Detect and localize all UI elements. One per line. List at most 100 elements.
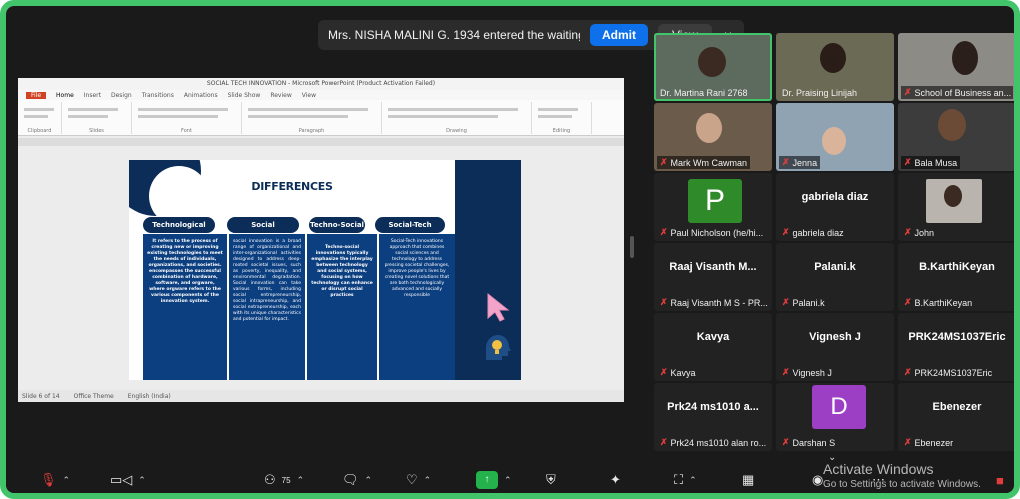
ai-companion-icon: ✦ (610, 472, 621, 487)
chat-button[interactable]: 🗨 ⌃ (342, 469, 372, 491)
participant-name: ✗ Ebenezer (904, 437, 954, 448)
waiting-room-message: Mrs. NISHA MALINI G. 1934 entered the wa… (328, 28, 580, 42)
reactions-button[interactable]: ♡ ⌃ (406, 469, 431, 491)
chevron-up-icon[interactable]: ⌃ (63, 475, 71, 486)
participant-tile[interactable]: Dr. Martina Rani 2768 (654, 33, 772, 101)
view-grid-icon: ▦ (742, 472, 755, 487)
mic-muted-icon: ✗ (904, 437, 912, 447)
activate-windows-watermark: Activate Windows Go to Settings to activ… (823, 461, 981, 490)
shared-screen: SOCIAL TECH INNOVATION - Microsoft Power… (18, 78, 624, 402)
ppt-tab-insert: Insert (83, 91, 101, 99)
chevron-up-icon[interactable]: ⌃ (504, 475, 512, 486)
ppt-ribbon: Clipboard Slides Font Paragraph Drawing … (18, 100, 624, 136)
participant-tile[interactable]: Raaj Visanth M... ✗ Raaj Visanth M S - PR… (654, 243, 772, 311)
participant-name: ✗ Raaj Visanth M S - PR... (660, 297, 768, 308)
panel-resize-handle[interactable] (630, 236, 634, 258)
mute-button[interactable]: 🎙 ⌃ (40, 469, 70, 491)
app-frame: Mrs. NISHA MALINI G. 1934 entered the wa… (0, 0, 1020, 499)
slide-header-techno-social: Techno-Social (309, 217, 365, 233)
security-button[interactable]: ⛨ (546, 469, 556, 491)
participant-tile[interactable]: Dr. Praising Linijah (776, 33, 894, 101)
mic-muted-icon: ✗ (782, 227, 790, 237)
chevron-up-icon[interactable]: ⌃ (297, 475, 305, 486)
status-language: English (India) (127, 392, 171, 400)
participant-name: ✗ Palani.k (782, 297, 825, 308)
mic-muted-icon: ✗ (782, 367, 790, 377)
participant-tile[interactable]: ✗ Bala Musa (898, 103, 1014, 171)
mic-muted-icon: ✗ (904, 87, 912, 97)
ribbon-group-font: Font (132, 102, 242, 134)
participant-tile[interactable]: B.KarthiKeyan ✗ B.KarthiKeyan (898, 243, 1014, 311)
mic-muted-icon: ✗ (904, 367, 912, 377)
ai-companion-button[interactable]: ✦ (610, 469, 621, 491)
record-button[interactable]: ◉ (812, 469, 823, 491)
participant-tile[interactable]: Ebenezer ✗ Ebenezer (898, 383, 1014, 451)
participant-tile[interactable]: Prk24 ms1010 a... ✗ Prk24 ms1010 alan ro.… (654, 383, 772, 451)
slide-header-social: Social (227, 217, 299, 233)
participant-name: Dr. Martina Rani 2768 (660, 88, 748, 98)
slide-column-technological: It refers to the process of creating new… (143, 234, 227, 380)
participant-name: ✗ Prk24 ms1010 alan ro... (660, 437, 767, 448)
chevron-up-icon[interactable]: ⌃ (365, 475, 373, 486)
participant-tile[interactable]: Palani.k ✗ Palani.k (776, 243, 894, 311)
innovation-head-icon (486, 335, 511, 360)
participant-display-name: B.KarthiKeyan (919, 261, 995, 273)
participant-tile[interactable]: P ✗ Paul Nicholson (he/hi... (654, 173, 772, 241)
slide-column-social-tech: Social-Tech innovations approach that co… (379, 234, 455, 380)
mic-muted-icon: ✗ (904, 297, 912, 307)
apps-icon: ⛶ (674, 472, 684, 487)
participant-name: ✗ John (904, 227, 935, 238)
participants-icon: ⚇ (264, 472, 276, 487)
slide-header-technological: Technological (143, 217, 215, 233)
meeting-window: Mrs. NISHA MALINI G. 1934 entered the wa… (6, 6, 1014, 493)
participant-name: ✗ gabriela diaz (782, 227, 844, 238)
mic-muted-icon: ✗ (782, 437, 790, 447)
participant-display-name: Palani.k (814, 261, 856, 273)
participant-display-name: Ebenezer (932, 401, 982, 413)
leave-icon: ■ (996, 472, 1004, 488)
participant-display-name: gabriela diaz (801, 191, 869, 203)
participant-name: ✗ Darshan S (782, 437, 836, 448)
view-button-toolbar[interactable]: ▦ (742, 469, 754, 491)
slide-canvas: DIFFERENCES Technological Social Techno-… (129, 160, 521, 380)
participant-avatar: D (812, 385, 866, 429)
ribbon-group-clipboard: Clipboard (18, 102, 62, 134)
apps-button[interactable]: ⛶ ⌃ (674, 469, 697, 491)
participant-tile[interactable]: PRK24MS1037Eric ✗ PRK24MS1037Eric (898, 313, 1014, 381)
chevron-up-icon[interactable]: ⌃ (689, 475, 697, 486)
ppt-ruler (18, 138, 624, 146)
participant-tile[interactable]: ✗ Mark Wm Cawman (654, 103, 772, 171)
watermark-subtitle: Go to Settings to activate Windows. (823, 479, 981, 490)
participant-tile[interactable]: ✗ Jenna (776, 103, 894, 171)
chevron-up-icon[interactable]: ⌃ (138, 475, 146, 486)
participant-name: Dr. Praising Linijah (782, 88, 858, 98)
ppt-tab-slideshow: Slide Show (227, 91, 261, 99)
participant-tile[interactable]: ✗ School of Business an... (898, 33, 1014, 101)
ribbon-group-slides: Slides (62, 102, 132, 134)
participant-tile[interactable]: D ✗ Darshan S (776, 383, 894, 451)
participant-grid: Dr. Martina Rani 2768 Dr. Praising Linij… (654, 33, 1014, 451)
chat-icon: 🗨 (342, 472, 359, 487)
mic-muted-icon: 🎙 (40, 472, 57, 487)
participant-name: ✗ PRK24MS1037Eric (904, 367, 993, 378)
ppt-tab-file: File (26, 91, 47, 99)
participant-name: ✗ Mark Wm Cawman (657, 156, 751, 169)
slide-column-social: social innovation is a broad range of or… (229, 234, 305, 380)
mic-muted-icon: ✗ (782, 157, 790, 167)
participant-display-name: Prk24 ms1010 a... (667, 401, 759, 413)
participant-tile[interactable]: gabriela diaz ✗ gabriela diaz (776, 173, 894, 241)
admit-button[interactable]: Admit (590, 24, 649, 46)
share-screen-button[interactable]: ↑ ⌃ (476, 469, 512, 491)
leave-button[interactable]: ■ (996, 469, 1004, 491)
participants-button[interactable]: ⚇ 75 ⌃ (264, 469, 304, 491)
participant-tile[interactable]: Vignesh J ✗ Vignesh J (776, 313, 894, 381)
ppt-status-bar: Slide 6 of 14 Office Theme English (Indi… (18, 390, 624, 402)
chevron-up-icon[interactable]: ⌃ (424, 475, 432, 486)
participant-name: ✗ Bala Musa (901, 156, 961, 169)
participant-tile[interactable]: Kavya ✗ Kavya (654, 313, 772, 381)
mic-muted-icon: ✗ (660, 437, 668, 447)
video-button[interactable]: ▭◁ ⌃ (110, 469, 146, 491)
mic-muted-icon: ✗ (904, 157, 912, 167)
mic-muted-icon: ✗ (660, 297, 668, 307)
participant-tile[interactable]: ✗ John (898, 173, 1014, 241)
